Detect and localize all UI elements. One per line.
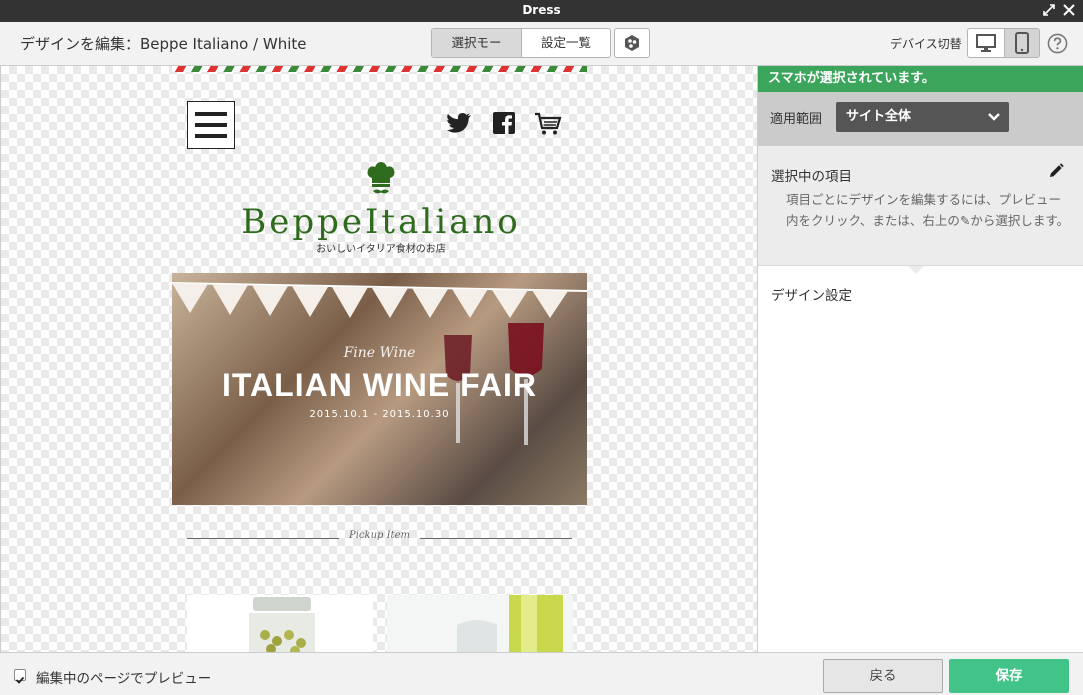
toolbar: デザインを編集：Beppe Italiano / White 選択モード 設定一…: [0, 22, 1083, 66]
back-button[interactable]: 戻る: [823, 659, 943, 693]
product-card[interactable]: [187, 595, 373, 652]
device-notice: スマホが選択されています。: [758, 66, 1083, 92]
expand-icon[interactable]: [1041, 2, 1057, 18]
design-panel: スマホが選択されています。 適用範囲 サイト全体 選択中の項目 項目ごとにデザイ…: [757, 66, 1083, 652]
preview-checkbox[interactable]: [14, 669, 26, 684]
hamburger-menu-button[interactable]: [187, 101, 235, 149]
banner-dates: 2015.10.1 - 2015.10.30: [309, 409, 450, 420]
smartphone-device-button[interactable]: [1003, 29, 1039, 57]
scope-select[interactable]: サイト全体: [836, 102, 1009, 132]
device-switch: [967, 28, 1040, 58]
footer-bar: 編集中のページでプレビュー 戻る 保存: [0, 652, 1083, 695]
design-settings-heading: デザイン設定: [771, 288, 852, 304]
brand-tagline: おいしいイタリア食材のお店: [316, 244, 446, 255]
bunting-decoration: [172, 282, 587, 318]
chevron-down-icon: [988, 113, 1000, 121]
palette-icon: [625, 35, 639, 51]
pickup-heading: Pickup Item: [187, 530, 572, 546]
scope-label: 適用範囲: [770, 112, 823, 127]
cart-icon[interactable]: [534, 112, 562, 136]
chef-hat-icon: [367, 162, 395, 194]
preview-checkbox-label[interactable]: 編集中のページでプレビュー: [36, 667, 211, 687]
facebook-icon[interactable]: [493, 112, 515, 134]
twitter-icon[interactable]: [446, 112, 472, 134]
page-title: デザインを編集：Beppe Italiano / White: [20, 35, 307, 53]
product-card[interactable]: [387, 595, 573, 652]
banner-script-text: Fine Wine: [343, 345, 416, 361]
device-switch-label: デバイス切替: [890, 37, 962, 51]
close-icon[interactable]: [1061, 2, 1077, 18]
pencil-icon[interactable]: [1048, 163, 1064, 179]
smartphone-icon: [1014, 32, 1029, 54]
help-icon[interactable]: [1047, 33, 1068, 54]
window-titlebar: Dress: [0, 0, 1083, 22]
checkmark-icon: [15, 676, 25, 684]
scope-select-value: サイト全体: [846, 109, 912, 124]
oil-bottle-image: [387, 595, 573, 652]
scope-row: 適用範囲 サイト全体: [758, 92, 1083, 146]
selected-item-heading: 選択中の項目: [771, 169, 852, 185]
selected-item-description: 項目ごとにデザインを編集するには、プレビュー内をクリック、または、右上の✎から選…: [786, 192, 1070, 228]
window-title: Dress: [522, 3, 561, 17]
desktop-icon: [975, 34, 996, 52]
select-mode-button[interactable]: 選択モード: [432, 29, 522, 57]
site-logo[interactable]: BeppeItaliano おいしいイタリア食材のお店: [241, 162, 521, 255]
preview-canvas[interactable]: BeppeItaliano おいしいイタリア食材のお店 Fine Wine IT…: [0, 66, 757, 652]
banner-title: ITALIAN WINE FAIR: [221, 367, 538, 403]
brand-name: BeppeItaliano: [241, 202, 521, 242]
mode-switch: 選択モード 設定一覧: [431, 28, 611, 58]
pickup-label: Pickup Item: [349, 530, 410, 541]
save-button[interactable]: 保存: [949, 659, 1069, 693]
section-pointer: [908, 266, 924, 274]
selected-item-section: 選択中の項目 項目ごとにデザインを編集するには、プレビュー内をクリック、または、…: [758, 146, 1083, 266]
theme-button[interactable]: [614, 28, 650, 58]
settings-list-button[interactable]: 設定一覧: [522, 29, 610, 57]
flag-stripe: [172, 66, 587, 72]
olive-jar-image: [249, 597, 315, 652]
desktop-device-button[interactable]: [968, 29, 1004, 57]
wine-fair-banner[interactable]: Fine Wine ITALIAN WINE FAIR 2015.10.1 - …: [172, 273, 587, 505]
